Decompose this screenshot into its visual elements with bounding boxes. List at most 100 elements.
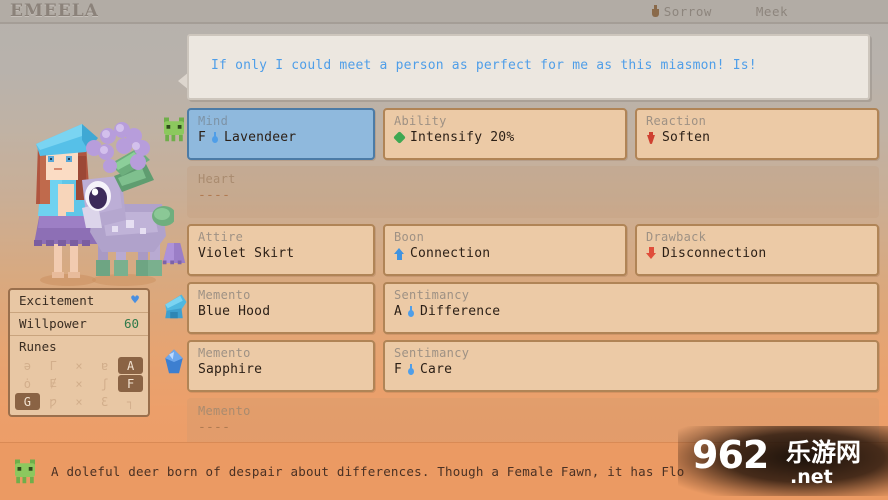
- slot-value-row: ----: [198, 420, 868, 436]
- slot-value: Violet Skirt: [198, 245, 295, 261]
- slot-label: Mind: [198, 114, 229, 128]
- green-gem-icon: [394, 132, 405, 144]
- slot-row: Memento Sapphire Sentimancy F Care: [187, 340, 879, 392]
- violet-skirt-icon: [162, 243, 186, 265]
- slot-label: Sentimancy: [394, 288, 470, 302]
- rune-cell[interactable]: ×: [67, 357, 92, 374]
- slot-value-row: Intensify 20%: [394, 130, 616, 146]
- rune-cell[interactable]: ×: [67, 375, 92, 392]
- slot-value: ----: [198, 419, 231, 435]
- slot-sentimancy[interactable]: Sentimancy F Care: [383, 340, 879, 392]
- attribute-slot-grid: Mind F Lavendeer Ability Intensify 20% Reacti…: [187, 108, 879, 456]
- slot-boon[interactable]: Boon Connection: [383, 224, 627, 276]
- description-text: A doleful deer born of despair about dif…: [51, 464, 685, 479]
- rune-cell[interactable]: ʃ: [92, 375, 117, 392]
- slot-label: Memento: [198, 404, 251, 418]
- slot-heart: Heart ----: [187, 166, 879, 218]
- slot-value: Disconnection: [662, 245, 767, 261]
- down-arrow-icon: [646, 247, 657, 260]
- status-temperament-label: Meek: [755, 3, 788, 19]
- rune-cell[interactable]: Ɇ: [41, 375, 66, 392]
- slot-value-row: ----: [198, 188, 868, 204]
- red-flask-icon: [646, 131, 656, 144]
- game-title: EMEELA: [10, 1, 99, 21]
- rune-cell[interactable]: ǝ: [15, 357, 40, 374]
- flask-icon: [651, 5, 659, 17]
- runes-label: Runes: [19, 339, 57, 354]
- slot-label: Sentimancy: [394, 346, 470, 360]
- slot-value: Blue Hood: [198, 303, 271, 319]
- game-screen: EMEELA Sorrow Meek If only I could meet …: [0, 0, 888, 500]
- rune-cell[interactable]: F: [118, 375, 143, 392]
- rune-cell[interactable]: ɐ: [92, 357, 117, 374]
- stat-row-willpower[interactable]: Willpower 60: [10, 313, 148, 336]
- slot-label: Attire: [198, 230, 244, 244]
- rune-cell[interactable]: Ɛ: [92, 393, 117, 410]
- slot-drawback[interactable]: Drawback Disconnection: [635, 224, 879, 276]
- slot-value-row: F Lavendeer: [198, 130, 364, 146]
- green-miasmon-icon: [164, 117, 184, 142]
- green-miasmon-icon: [15, 459, 35, 483]
- slot-grade: F: [394, 361, 403, 377]
- top-bar-status-group: Sorrow Meek: [651, 3, 788, 19]
- slot-ability[interactable]: Ability Intensify 20%: [383, 108, 627, 160]
- slot-value: Care: [420, 361, 453, 377]
- rune-cell[interactable]: Γ: [41, 357, 66, 374]
- slot-value-row: Connection: [394, 246, 616, 262]
- slot-value-row: Disconnection: [646, 246, 868, 262]
- slot-row: Heart ----: [187, 166, 879, 218]
- water-drop-icon: [407, 305, 415, 318]
- slot-value: Intensify 20%: [410, 129, 515, 145]
- slot-value-row: Soften: [646, 130, 868, 146]
- stat-row-excitement[interactable]: Excitement ♥: [10, 290, 148, 313]
- slot-value-row: Blue Hood: [198, 304, 364, 320]
- slot-reaction[interactable]: Reaction Soften: [635, 108, 879, 160]
- slot-grade: A: [394, 303, 403, 319]
- description-bar: A doleful deer born of despair about dif…: [0, 442, 888, 500]
- rune-cell[interactable]: ƿ: [41, 393, 66, 410]
- rune-cell[interactable]: ×: [67, 393, 92, 410]
- rune-cell[interactable]: A: [118, 357, 143, 374]
- slot-value: Connection: [410, 245, 491, 261]
- rune-cell[interactable]: G: [15, 393, 40, 410]
- slot-mind[interactable]: Mind F Lavendeer: [187, 108, 375, 160]
- slot-attire[interactable]: Attire Violet Skirt: [187, 224, 375, 276]
- status-temperament[interactable]: Meek: [756, 4, 788, 19]
- slot-label: Memento: [198, 346, 251, 360]
- status-mood[interactable]: Sorrow: [651, 3, 712, 19]
- slot-label: Ability: [394, 114, 447, 128]
- slot-grade: F: [198, 129, 207, 145]
- water-drop-icon: [407, 363, 415, 376]
- slot-label: Heart: [198, 172, 236, 186]
- slot-value-row: A Difference: [394, 304, 868, 320]
- slot-value-row: Violet Skirt: [198, 246, 364, 262]
- slot-label: Drawback: [646, 230, 707, 244]
- slot-label: Boon: [394, 230, 425, 244]
- rune-cell[interactable]: ȯ: [15, 375, 40, 392]
- slot-memento[interactable]: Memento Blue Hood: [187, 282, 375, 334]
- slot-row: Mind F Lavendeer Ability Intensify 20% Reacti…: [187, 108, 879, 160]
- trainer-and-miasmon-sprite: [34, 122, 174, 286]
- slot-value: ----: [198, 187, 231, 203]
- slot-sentimancy[interactable]: Sentimancy A Difference: [383, 282, 879, 334]
- excitement-label: Excitement: [19, 293, 95, 308]
- slot-row: Attire Violet Skirt Boon Connection Drawback…: [187, 224, 879, 276]
- slot-value: Lavendeer: [224, 129, 297, 145]
- character-portrait: [14, 112, 174, 292]
- slot-memento[interactable]: Memento Sapphire: [187, 340, 375, 392]
- blue-hood-icon: [165, 294, 187, 319]
- runes-grid[interactable]: ǝ Γ × ɐ Aȯ Ɇ × ʃ F Gƿ × Ɛ ┐: [10, 355, 148, 415]
- rune-cell[interactable]: ┐: [118, 393, 143, 410]
- dialogue-text: If only I could meet a person as perfect…: [211, 58, 757, 73]
- up-arrow-icon: [394, 247, 405, 261]
- slot-label: Memento: [198, 288, 251, 302]
- dialogue-box[interactable]: If only I could meet a person as perfect…: [187, 34, 870, 100]
- slot-label: Reaction: [646, 114, 707, 128]
- slot-row: Memento Blue Hood Sentimancy A Difference: [187, 282, 879, 334]
- willpower-label: Willpower: [19, 316, 87, 331]
- slot-value-row: F Care: [394, 362, 868, 378]
- slot-value: Difference: [420, 303, 501, 319]
- status-mood-label: Sorrow: [663, 3, 712, 19]
- stats-panel: Excitement ♥ Willpower 60 Runes ǝ Γ × ɐ Aȯ Ɇ ×…: [8, 288, 150, 417]
- sapphire-gem-icon: [165, 349, 183, 374]
